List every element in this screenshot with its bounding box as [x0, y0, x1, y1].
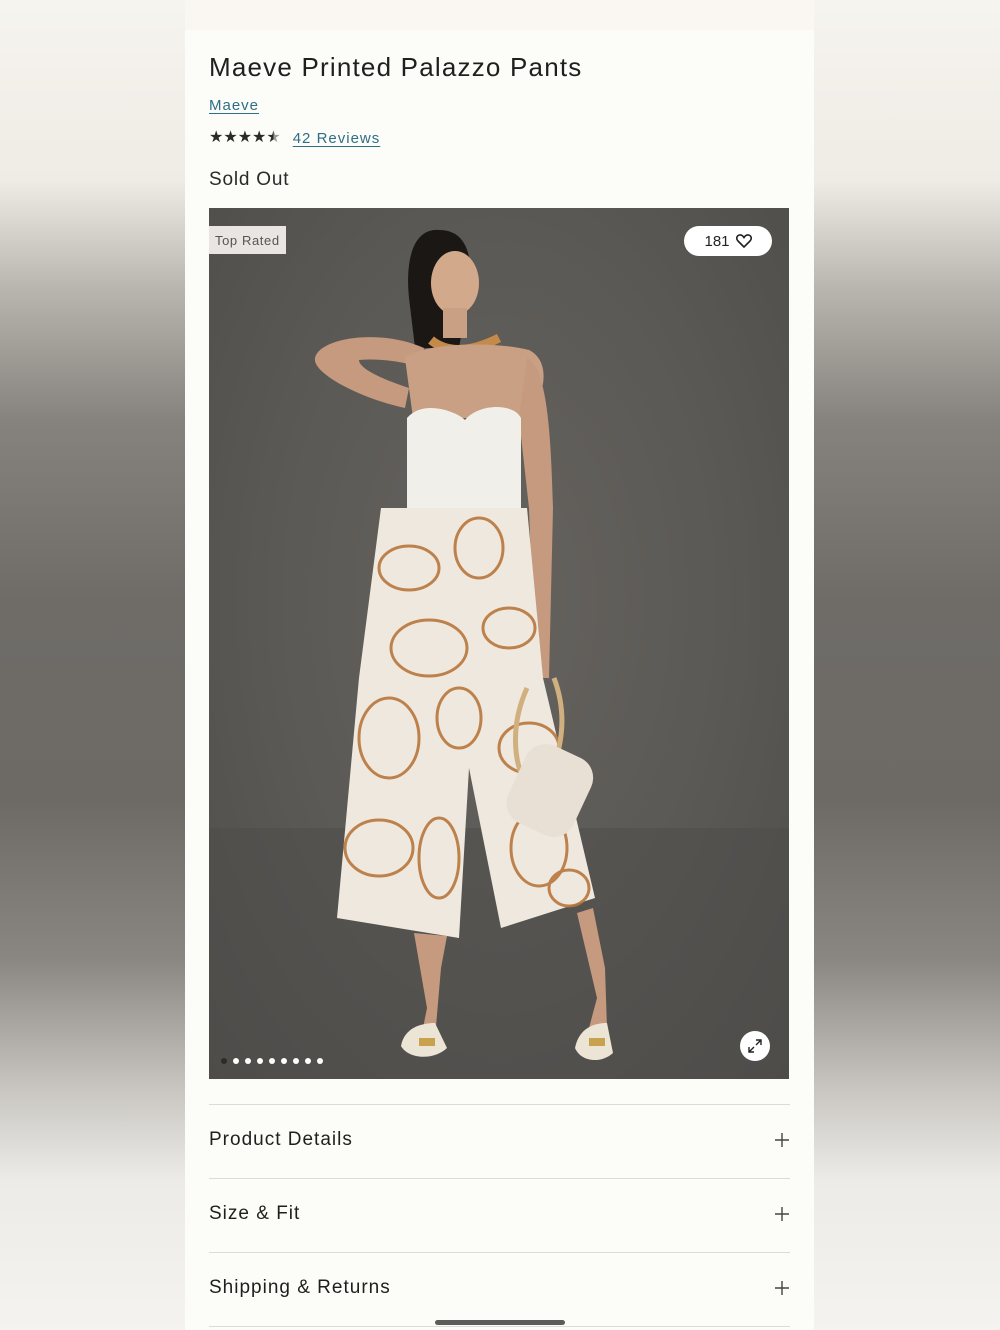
rating-row: ★ ★ ★ ★ ★ 42 Reviews [209, 129, 380, 147]
star-rating: ★ ★ ★ ★ ★ [209, 129, 281, 147]
accordion-label: Product Details [209, 1129, 353, 1150]
accordion-shipping-returns[interactable]: Shipping & Returns [209, 1252, 790, 1327]
carousel-dot[interactable] [305, 1058, 311, 1064]
reviews-link[interactable]: 42 Reviews [293, 130, 381, 147]
product-title: Maeve Printed Palazzo Pants [209, 52, 583, 82]
star-icon: ★ [237, 129, 253, 146]
half-star-icon: ★ [266, 129, 281, 146]
expand-icon [748, 1039, 762, 1053]
product-image-carousel[interactable]: Top Rated 181 [209, 208, 789, 1079]
favorite-count: 181 [704, 232, 730, 250]
plus-icon [775, 1133, 789, 1147]
plus-icon [775, 1281, 789, 1295]
product-panel: Maeve Printed Palazzo Pants Maeve ★ ★ ★ … [185, 30, 814, 1330]
carousel-dots [221, 1058, 323, 1064]
heart-icon [735, 234, 752, 248]
product-photo [209, 229, 789, 1079]
expand-image-button[interactable] [740, 1031, 770, 1061]
brand-link[interactable]: Maeve [209, 97, 259, 114]
carousel-dot[interactable] [245, 1058, 251, 1064]
carousel-dot[interactable] [257, 1058, 263, 1064]
carousel-dot[interactable] [233, 1058, 239, 1064]
home-indicator[interactable] [435, 1320, 565, 1325]
carousel-dot[interactable] [281, 1058, 287, 1064]
carousel-dot[interactable] [269, 1058, 275, 1064]
carousel-dot[interactable] [221, 1058, 227, 1064]
carousel-dot[interactable] [293, 1058, 299, 1064]
star-icon: ★ [223, 129, 238, 146]
availability-status: Sold Out [209, 169, 290, 190]
plus-icon [775, 1207, 789, 1221]
star-icon: ★ [252, 129, 267, 146]
star-icon: ★ [209, 129, 224, 146]
top-strip [185, 0, 814, 30]
divider [209, 1326, 790, 1327]
top-rated-badge: Top Rated [209, 226, 286, 254]
carousel-dot[interactable] [317, 1058, 323, 1064]
accordion-product-details[interactable]: Product Details [209, 1104, 790, 1179]
accordion-label: Shipping & Returns [209, 1277, 391, 1298]
accordion-label: Size & Fit [209, 1203, 301, 1224]
accordion-size-fit[interactable]: Size & Fit [209, 1178, 790, 1253]
favorite-button[interactable]: 181 [684, 226, 772, 256]
